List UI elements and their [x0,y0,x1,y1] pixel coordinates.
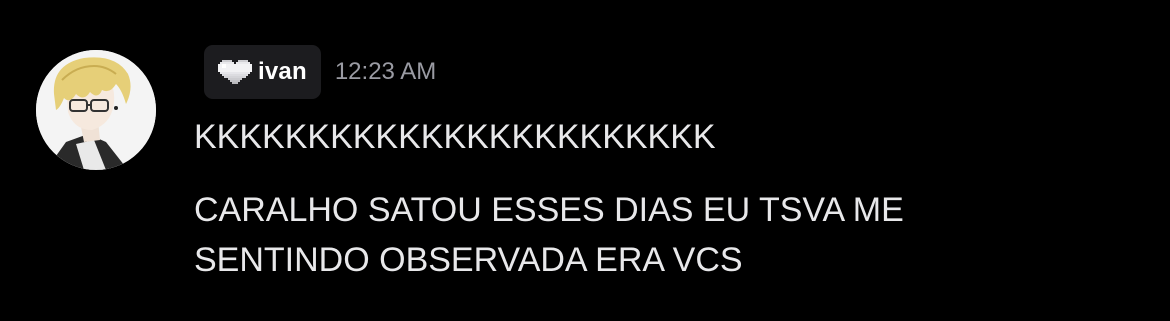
pixel-heart-icon [218,60,252,84]
message-header: ivan 12:23 AM [204,45,436,99]
message-content: KKKKKKKKKKKKKKKKKKKKKKK CARALHO SATOU ES… [194,112,1094,285]
username-tag[interactable]: ivan [204,45,321,99]
user-avatar[interactable] [36,50,156,170]
message-line: SENTINDO OBSERVADA ERA VCS [194,241,743,279]
username[interactable]: ivan [258,58,307,86]
chat-message: ivan 12:23 AM KKKKKKKKKKKKKKKKKKKKKKK CA… [0,0,1170,321]
message-line: KKKKKKKKKKKKKKKKKKKKKKK [194,118,716,156]
message-line: CARALHO SATOU ESSES DIAS EU TSVA ME [194,191,904,229]
avatar-illustration [36,50,156,170]
message-timestamp: 12:23 AM [334,58,437,85]
